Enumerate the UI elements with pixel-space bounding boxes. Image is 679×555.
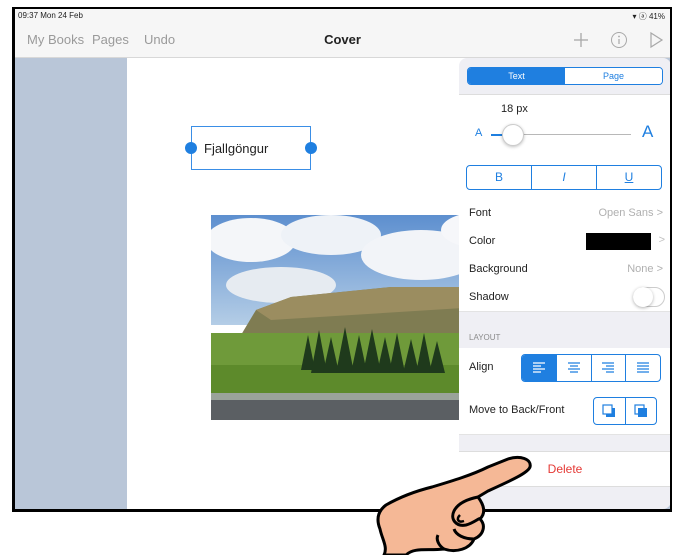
- move-label: Move to Back/Front: [469, 404, 565, 416]
- shadow-toggle[interactable]: [633, 287, 665, 307]
- align-left-button[interactable]: [522, 355, 557, 381]
- shadow-row: Shadow: [459, 283, 670, 312]
- send-to-back-button[interactable]: [594, 398, 626, 424]
- color-row[interactable]: Color >: [459, 227, 670, 256]
- move-row: Move to Back/Front: [459, 388, 670, 435]
- align-justify-button[interactable]: [626, 355, 660, 381]
- resize-handle-left[interactable]: [185, 142, 197, 154]
- book-page[interactable]: Fjallgöngur: [127, 58, 511, 509]
- color-label: Color: [469, 235, 496, 247]
- background-value: None >: [627, 263, 663, 275]
- move-segment: [593, 397, 657, 425]
- plus-icon[interactable]: [572, 31, 590, 49]
- text-box-content[interactable]: Fjallgöngur: [204, 141, 268, 156]
- shadow-label: Shadow: [469, 291, 509, 303]
- status-time: 09:37 Mon 24 Feb: [18, 11, 83, 20]
- align-segment: [521, 354, 661, 382]
- color-swatch[interactable]: [586, 233, 651, 250]
- nav-bar: My Books Pages Undo Cover: [15, 23, 670, 58]
- align-center-icon: [567, 362, 580, 373]
- ipad-screen: 09:37 Mon 24 Feb ▾ ⓐ 41% My Books Pages …: [15, 9, 670, 509]
- align-right-button[interactable]: [592, 355, 627, 381]
- font-size-slider-knob[interactable]: [502, 124, 524, 146]
- font-value: Open Sans >: [598, 207, 663, 219]
- font-size-value: 18 px: [501, 103, 528, 115]
- chevron-right-icon: >: [656, 207, 663, 219]
- toggle-knob: [633, 287, 653, 307]
- font-label: Font: [469, 207, 492, 219]
- text-style-section: B I U: [459, 156, 670, 200]
- slider-track[interactable]: [507, 134, 631, 135]
- text-page-segment: Text Page: [467, 67, 663, 85]
- font-value-text: Open Sans: [598, 207, 654, 219]
- italic-button[interactable]: I: [532, 166, 597, 189]
- bring-to-front-icon: [634, 404, 647, 417]
- underline-button[interactable]: U: [597, 166, 661, 189]
- layout-section-header: LAYOUT: [469, 333, 501, 342]
- align-justify-icon: [637, 362, 650, 373]
- background-row[interactable]: Background None >: [459, 255, 670, 284]
- background-value-text: None: [627, 263, 654, 275]
- align-center-button[interactable]: [557, 355, 592, 381]
- text-style-segment: B I U: [466, 165, 662, 190]
- tab-page[interactable]: Page: [565, 68, 662, 84]
- play-icon[interactable]: [647, 31, 665, 49]
- bring-to-front-button[interactable]: [626, 398, 657, 424]
- bold-button[interactable]: B: [467, 166, 532, 189]
- small-a-icon: A: [475, 127, 483, 139]
- resize-handle-right[interactable]: [305, 142, 317, 154]
- align-left-icon: [532, 362, 545, 373]
- align-right-icon: [602, 362, 615, 373]
- align-label: Align: [469, 361, 494, 373]
- tab-text[interactable]: Text: [468, 68, 565, 84]
- status-indicators: ▾ ⓐ 41%: [632, 12, 665, 21]
- font-size-section: 18 px A A: [459, 94, 670, 158]
- format-popover: Text Page 18 px A A B I U Font Open Sans…: [459, 58, 670, 509]
- text-box[interactable]: Fjallgöngur: [185, 126, 317, 170]
- background-label: Background: [469, 263, 528, 275]
- status-bar: 09:37 Mon 24 Feb ▾ ⓐ 41%: [15, 9, 670, 23]
- large-a-icon: A: [642, 122, 654, 141]
- chevron-right-icon: >: [656, 263, 663, 275]
- info-icon[interactable]: [610, 31, 628, 49]
- chevron-right-icon: >: [658, 234, 665, 246]
- align-row: Align: [459, 348, 670, 389]
- pointing-hand-icon: [376, 455, 532, 555]
- send-to-back-icon: [602, 404, 616, 417]
- font-row[interactable]: Font Open Sans >: [459, 199, 670, 228]
